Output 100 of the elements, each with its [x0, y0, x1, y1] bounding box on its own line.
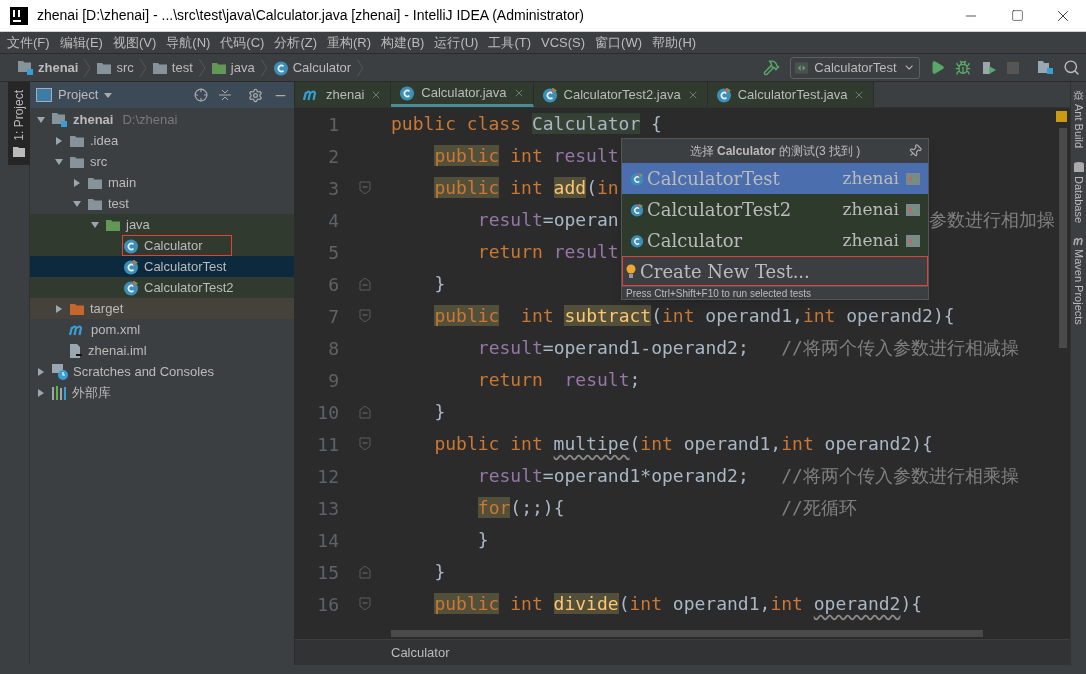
- library-icon: [51, 385, 67, 400]
- test-class-icon: [541, 86, 558, 103]
- fold-marker-icon[interactable]: [359, 437, 371, 451]
- breadcrumb[interactable]: zhenai: [17, 54, 97, 81]
- menu-item[interactable]: VCS(S): [541, 32, 586, 53]
- test-class-icon: [630, 171, 644, 186]
- locate-icon[interactable]: [194, 88, 208, 102]
- menu-item[interactable]: 构建(B): [381, 32, 425, 53]
- coverage-icon[interactable]: [981, 59, 997, 76]
- tree-item[interactable]: java: [30, 214, 294, 235]
- tree-item[interactable]: CalculatorTest: [30, 256, 294, 277]
- expanded-arrow-icon[interactable]: [54, 156, 64, 167]
- expanded-arrow-icon[interactable]: [72, 198, 82, 209]
- project-structure-icon[interactable]: [1037, 60, 1053, 75]
- code-text: 参数进行相加操: [929, 209, 1054, 231]
- debug-icon[interactable]: [955, 59, 971, 76]
- tree-item[interactable]: main: [30, 172, 294, 193]
- menu-item[interactable]: 导航(N): [166, 32, 211, 53]
- collapsed-arrow-icon[interactable]: [54, 303, 64, 314]
- menu-item[interactable]: 分析(Z): [274, 32, 317, 53]
- fold-marker-icon[interactable]: [359, 405, 371, 419]
- fold-marker-icon[interactable]: [359, 277, 371, 291]
- expanded-arrow-icon[interactable]: [36, 114, 46, 125]
- menu-item[interactable]: 文件(F): [7, 32, 50, 53]
- tree-item[interactable]: Calculator: [30, 235, 294, 256]
- tree-path: D:\zhenai: [122, 110, 178, 129]
- menu-item[interactable]: 视图(V): [112, 32, 157, 53]
- tree-item[interactable]: pom.xml: [30, 319, 294, 340]
- search-icon[interactable]: [1063, 59, 1080, 76]
- maximize-icon[interactable]: [1010, 9, 1024, 22]
- lightbulb-icon: [626, 263, 636, 279]
- editor-tab[interactable]: CalculatorTest.java: [707, 82, 875, 107]
- tree-item[interactable]: .idea: [30, 130, 294, 151]
- tree-label: target: [90, 299, 124, 318]
- tree-label: test: [108, 194, 129, 213]
- menu-item[interactable]: 窗口(W): [595, 32, 643, 53]
- tree-item[interactable]: zhenai D:\zhenai: [30, 109, 294, 130]
- tree-item[interactable]: test: [30, 193, 294, 214]
- menu-item[interactable]: 运行(U): [434, 32, 479, 53]
- class-icon: [272, 59, 289, 76]
- tree-label: CalculatorTest: [144, 257, 227, 276]
- class-icon: [123, 237, 139, 254]
- code-text: result=operand1*operand2; //将两个传入参数进行相乘操: [477, 465, 1019, 487]
- tool-window-tab[interactable]: Database: [1070, 162, 1086, 224]
- project-tool-tab[interactable]: 1: Project: [8, 82, 30, 165]
- expanded-arrow-icon[interactable]: [90, 219, 100, 230]
- tree-item[interactable]: Scratches and Consoles: [30, 361, 294, 382]
- code-text: result=operan: [477, 209, 619, 231]
- code-text: for(;;){ //死循环: [477, 497, 857, 519]
- line-number: 14: [316, 528, 339, 553]
- line-number: 10: [316, 400, 339, 425]
- run-icon[interactable]: [930, 60, 945, 75]
- tree-item[interactable]: CalculatorTest2: [30, 277, 294, 298]
- code-text: public int divide(int operand1,int operand2){: [434, 593, 923, 615]
- breadcrumb[interactable]: Calculator: [272, 54, 370, 81]
- breadcrumb[interactable]: src: [96, 54, 152, 81]
- tree-item[interactable]: target: [30, 298, 294, 319]
- menu-item[interactable]: 代码(C): [220, 32, 265, 53]
- collapse-all-icon[interactable]: [218, 88, 232, 102]
- run-configuration-dropdown[interactable]: CalculatorTest: [790, 56, 920, 79]
- fold-marker-icon[interactable]: [359, 565, 371, 579]
- collapsed-arrow-icon[interactable]: [54, 135, 64, 146]
- menu-item[interactable]: 重构(R): [327, 32, 372, 53]
- menu-item[interactable]: 帮助(H): [652, 32, 697, 53]
- test-folder-icon: [210, 60, 227, 75]
- tool-window-tab[interactable]: Ant Build: [1070, 90, 1086, 149]
- view-selector[interactable]: Project: [58, 85, 113, 105]
- tree-label: src: [90, 152, 108, 171]
- test-class-item[interactable]: Calculator zhenai: [622, 225, 928, 256]
- menu-item[interactable]: 工具(T): [488, 32, 532, 53]
- tree-label: .idea: [90, 131, 119, 150]
- create-test-action[interactable]: Create New Test...: [622, 256, 928, 286]
- fold-marker-icon[interactable]: [359, 597, 371, 611]
- fold-marker-icon[interactable]: [359, 309, 371, 323]
- tree-item[interactable]: 外部库: [30, 382, 294, 403]
- folder-icon: [96, 60, 113, 75]
- editor-tab[interactable]: CalculatorTest2.java: [533, 82, 708, 107]
- test-class-icon: [715, 86, 732, 103]
- editor-tab[interactable]: zhenai: [295, 82, 392, 107]
- fold-marker-icon[interactable]: [359, 181, 371, 195]
- settings-icon[interactable]: [248, 87, 263, 103]
- menu-item[interactable]: 编辑(E): [59, 32, 103, 53]
- breadcrumb[interactable]: test: [151, 54, 211, 81]
- tree-item[interactable]: zhenai.iml: [30, 340, 294, 361]
- class-icon: [630, 233, 644, 248]
- test-class-item[interactable]: CalculatorTest2 zhenai: [622, 194, 928, 225]
- horizontal-scrollbar[interactable]: [391, 630, 983, 637]
- collapsed-arrow-icon[interactable]: [36, 366, 46, 377]
- test-class-icon: [630, 202, 644, 217]
- line-number: 7: [327, 304, 339, 329]
- tree-item[interactable]: src: [30, 151, 294, 172]
- editor-tab[interactable]: Calculator.java: [391, 82, 534, 107]
- line-number: 6: [327, 272, 339, 297]
- breadcrumb[interactable]: java: [210, 54, 273, 81]
- collapsed-arrow-icon[interactable]: [72, 177, 82, 188]
- collapsed-arrow-icon[interactable]: [36, 387, 46, 398]
- module-icon: [17, 60, 34, 75]
- editor-breadcrumb[interactable]: Calculator: [391, 642, 450, 663]
- tool-window-tab[interactable]: Maven Projects: [1070, 237, 1086, 325]
- build-icon[interactable]: [763, 59, 780, 76]
